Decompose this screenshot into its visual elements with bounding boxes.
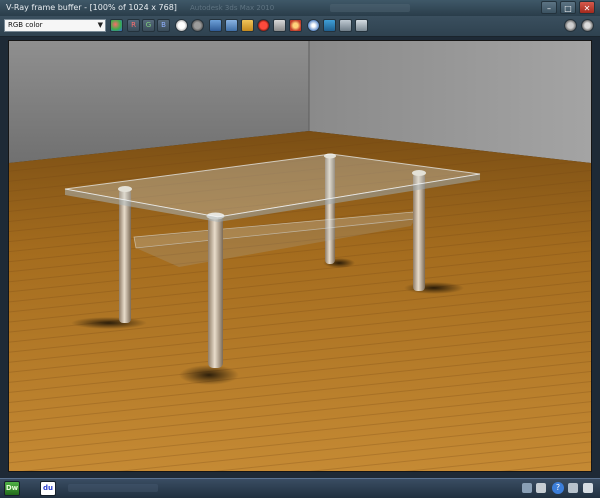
region-render-button[interactable] (273, 19, 286, 32)
green-channel-button[interactable]: G (142, 19, 155, 32)
histogram-button[interactable] (355, 19, 368, 32)
curves-button[interactable] (339, 19, 352, 32)
save-image-button[interactable] (209, 19, 222, 32)
view-alpha-button[interactable] (175, 19, 188, 32)
tray-help-icon[interactable]: ? (552, 482, 564, 494)
duplicate-to-mtl-button[interactable] (225, 19, 238, 32)
link-to-render-button[interactable] (289, 19, 302, 32)
windows-taskbar: Dw du ? (0, 478, 600, 498)
channel-select[interactable]: RGB color ▼ (4, 19, 106, 32)
taskbar-blurred-items (68, 484, 158, 492)
close-button[interactable]: ✕ (579, 1, 595, 14)
background-window-title: Autodesk 3ds Max 2010 (190, 4, 275, 12)
background-search-box (330, 4, 410, 12)
baidu-taskbar-button[interactable]: du (40, 481, 56, 496)
color-correction-button[interactable] (323, 19, 336, 32)
vray-frame-buffer-window: V-Ray frame buffer - [100% of 1024 x 768… (0, 0, 600, 498)
chevron-down-icon: ▼ (97, 21, 103, 29)
close-icon: ✕ (583, 4, 591, 13)
maximize-icon: □ (564, 4, 572, 13)
minimize-icon: – (547, 4, 551, 13)
render-viewport[interactable] (8, 40, 592, 472)
lens-effects-button[interactable] (307, 19, 320, 32)
window-title: V-Ray frame buffer - [100% of 1024 x 768… (6, 3, 177, 12)
rendered-image (9, 41, 591, 471)
mono-view-button[interactable] (191, 19, 204, 32)
dreamweaver-icon: Dw (5, 484, 19, 492)
minimize-button[interactable]: – (541, 1, 557, 14)
help-button[interactable] (581, 19, 594, 32)
tracking-mouse-button[interactable] (110, 19, 123, 32)
blue-channel-button[interactable]: B (157, 19, 170, 32)
maximize-button[interactable]: □ (560, 1, 576, 14)
red-channel-button[interactable]: R (127, 19, 140, 32)
vfb-toolbar: RGB color ▼ R G B (0, 16, 600, 37)
dreamweaver-taskbar-button[interactable]: Dw (4, 481, 20, 496)
clear-image-button[interactable] (257, 19, 270, 32)
channel-select-value: RGB color (8, 21, 43, 29)
tray-volume-icon[interactable] (536, 483, 546, 493)
open-image-button[interactable] (241, 19, 254, 32)
tray-network-icon[interactable] (522, 483, 532, 493)
baidu-paw-icon: du (43, 484, 53, 492)
settings-button[interactable] (564, 19, 577, 32)
title-bar[interactable]: V-Ray frame buffer - [100% of 1024 x 768… (0, 0, 600, 16)
tray-flag-icon[interactable] (568, 483, 578, 493)
tray-clock-icon[interactable] (583, 483, 593, 493)
